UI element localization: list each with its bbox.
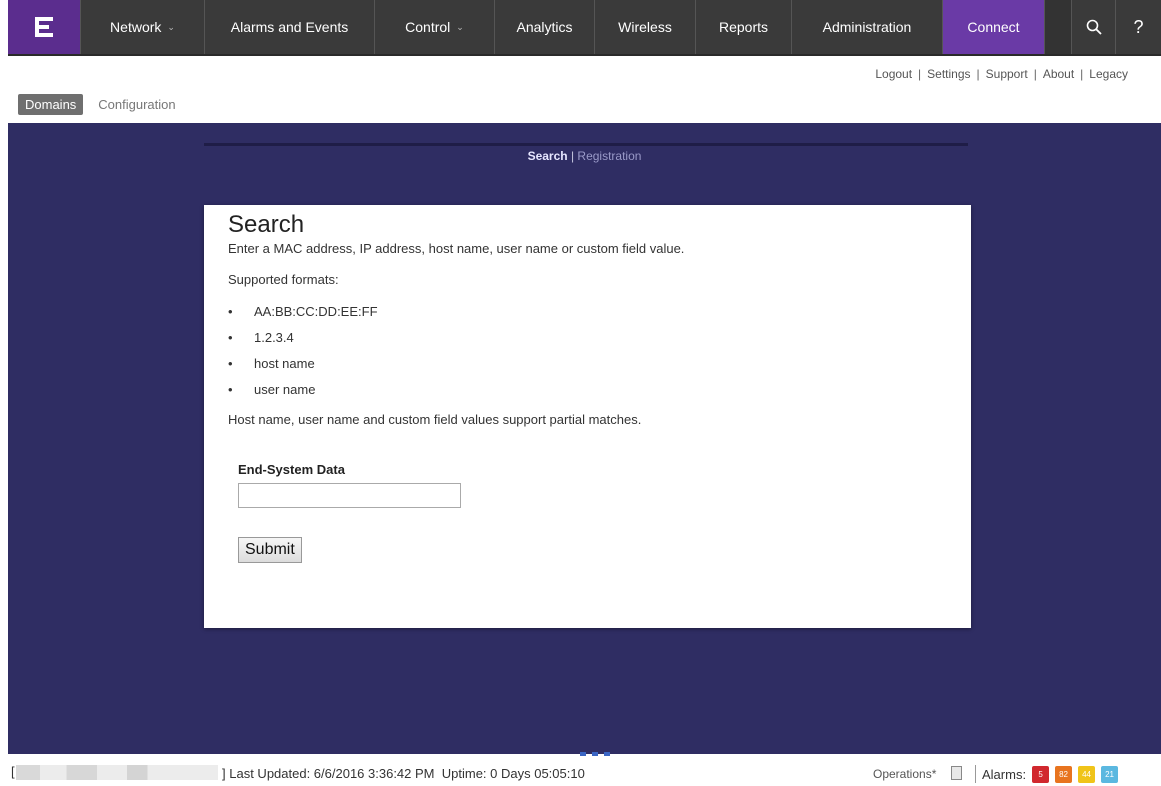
- nav-wireless[interactable]: Wireless: [594, 0, 695, 54]
- nav-reports[interactable]: Reports: [695, 0, 791, 54]
- logout-link[interactable]: Logout: [875, 67, 912, 81]
- search-icon[interactable]: [1071, 0, 1115, 54]
- search-instructions: Enter a MAC address, IP address, host na…: [228, 241, 685, 256]
- search-icon-glyph: [1086, 19, 1102, 35]
- nav-reports-label: Reports: [718, 19, 769, 35]
- nav-wireless-label: Wireless: [618, 19, 672, 35]
- settings-link[interactable]: Settings: [927, 67, 970, 81]
- nav-analytics-label: Analytics: [516, 19, 573, 35]
- nav-analytics[interactable]: Analytics: [494, 0, 594, 54]
- nav-alarms-and-events[interactable]: Alarms and Events: [204, 0, 374, 54]
- status-text: ] Last Updated: 6/6/2016 3:36:42 PM Upti…: [222, 766, 585, 781]
- nav-alarms-label: Alarms and Events: [230, 19, 349, 35]
- header-divider: [204, 143, 968, 146]
- handle-dot: [604, 752, 610, 756]
- support-link[interactable]: Support: [986, 67, 1028, 81]
- legacy-link[interactable]: Legacy: [1089, 67, 1128, 81]
- alarms-summary[interactable]: Alarms: 5 82 44 21: [975, 765, 1119, 783]
- status-bracket-open: [: [11, 764, 15, 779]
- about-link[interactable]: About: [1043, 67, 1074, 81]
- nav-administration-label: Administration: [822, 19, 912, 35]
- alarm-badge-critical[interactable]: 5: [1032, 765, 1050, 783]
- alarm-badge-major[interactable]: 82: [1055, 765, 1073, 783]
- end-system-data-label: End-System Data: [238, 462, 345, 477]
- nav-control[interactable]: Control ⌄: [374, 0, 494, 54]
- handle-dot: [580, 752, 586, 756]
- chevron-down-icon: ⌄: [167, 21, 175, 32]
- nav-control-label: Control: [405, 19, 451, 35]
- sub-tabs: Domains Configuration: [18, 94, 183, 115]
- handle-dot: [592, 752, 598, 756]
- mini-nav-search[interactable]: Search: [528, 149, 568, 163]
- nav-connect-label: Connect: [967, 19, 1020, 35]
- help-label: ?: [1133, 16, 1144, 37]
- utility-links: Logout | Settings | Support | About | Legacy: [875, 67, 1128, 81]
- formats-label: Supported formats:: [228, 272, 339, 287]
- nav-network[interactable]: Network ⌄: [80, 0, 204, 54]
- logo-mark: [35, 17, 53, 37]
- alarm-badge-info[interactable]: 21: [1101, 765, 1119, 783]
- submit-button[interactable]: Submit: [238, 537, 302, 563]
- top-nav: Network ⌄ Alarms and Events Control ⌄ An…: [8, 0, 1161, 56]
- tab-configuration[interactable]: Configuration: [91, 94, 182, 115]
- list-item: AA:BB:CC:DD:EE:FF: [228, 304, 947, 330]
- list-item: host name: [228, 356, 947, 382]
- formats-list: AA:BB:CC:DD:EE:FF 1.2.3.4 host name user…: [228, 304, 947, 408]
- uptime: Uptime: 0 Days 05:05:10: [441, 766, 585, 781]
- connect-mini-nav: Search | Registration: [8, 149, 1161, 163]
- divider: [975, 765, 976, 783]
- last-updated: Last Updated: 6/6/2016 3:36:42 PM: [229, 766, 435, 781]
- status-bracket-close: ]: [222, 766, 226, 781]
- separator: |: [976, 67, 980, 81]
- page-title: Search: [228, 211, 305, 238]
- mini-nav-registration[interactable]: Registration: [577, 149, 641, 163]
- document-icon[interactable]: [951, 766, 962, 780]
- chevron-down-icon: ⌄: [456, 21, 464, 32]
- search-card: Search Enter a MAC address, IP address, …: [204, 205, 971, 628]
- list-item: 1.2.3.4: [228, 330, 947, 356]
- alarm-badge-minor[interactable]: 44: [1078, 765, 1096, 783]
- operations-link[interactable]: Operations*: [873, 767, 936, 781]
- nav-connect[interactable]: Connect: [942, 0, 1044, 54]
- tab-domains[interactable]: Domains: [18, 94, 84, 115]
- extreme-logo-icon[interactable]: [8, 0, 80, 54]
- nav-administration[interactable]: Administration: [791, 0, 942, 54]
- panel-collapse-handle[interactable]: [580, 752, 610, 758]
- nav-spacer: [1044, 0, 1071, 54]
- end-system-data-input[interactable]: [238, 483, 461, 508]
- separator: |: [1033, 67, 1037, 81]
- list-item: user name: [228, 382, 947, 408]
- main-panel: Search | Registration Search Enter a MAC…: [8, 123, 1161, 754]
- separator: |: [918, 67, 922, 81]
- help-icon[interactable]: ?: [1115, 0, 1161, 54]
- status-bar: [ ] Last Updated: 6/6/2016 3:36:42 PM Up…: [0, 760, 1161, 786]
- nav-network-label: Network: [110, 19, 162, 35]
- mini-nav-separator: |: [570, 149, 575, 163]
- alarms-label: Alarms:: [982, 766, 1027, 782]
- redacted-server-info: [16, 765, 218, 780]
- separator: |: [1080, 67, 1084, 81]
- partial-match-note: Host name, user name and custom field va…: [228, 412, 642, 427]
